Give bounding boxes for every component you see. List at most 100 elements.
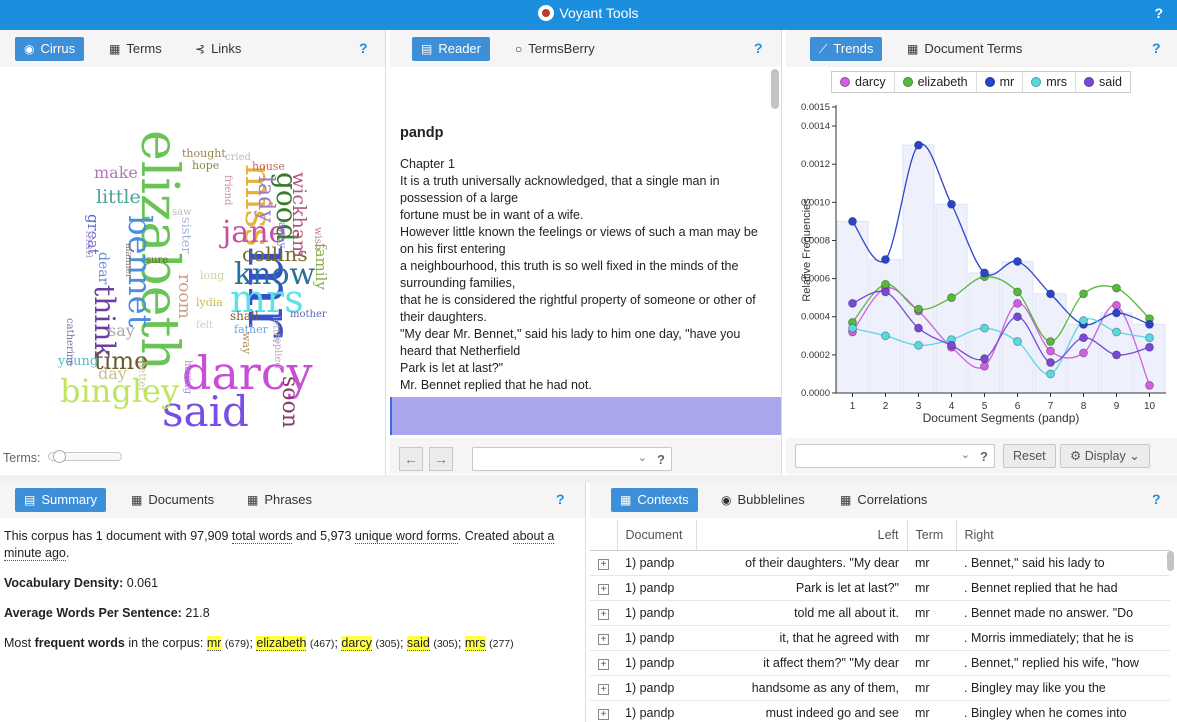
cloud-word[interactable]: cried (225, 153, 251, 163)
cloud-word[interactable]: felt (196, 321, 213, 331)
cell-right: . Bennet replied that he had (956, 575, 1170, 601)
cloud-word[interactable]: long (200, 270, 224, 281)
table-row[interactable]: +1) pandp must indeed go and see mr. Bingl… (590, 700, 1170, 722)
chevron-down-icon: ⌄ (1129, 449, 1140, 463)
table-row[interactable]: +1) pandp it affect them?" "My dear mr. Be… (590, 650, 1170, 676)
cloud-word[interactable]: manner (123, 243, 133, 278)
reader-line: However little known the feelings or vie… (400, 225, 758, 256)
cloud-word[interactable]: house (252, 161, 285, 172)
terms-slider-handle[interactable] (53, 450, 66, 463)
tab-document-terms[interactable]: ▦ Document Terms (898, 37, 1031, 61)
expand-plus-icon[interactable]: + (598, 658, 609, 670)
cloud-word[interactable]: wish (312, 227, 323, 250)
table-row[interactable]: +1) pandp Park is let at last?" mr. Bennet… (590, 575, 1170, 601)
cloud-word[interactable]: thought (182, 148, 226, 159)
tab-contexts[interactable]: ▦ Contexts (611, 488, 698, 512)
tab-terms[interactable]: ▦ Terms (100, 37, 171, 61)
reader-search-input[interactable]: ⌄? (472, 447, 672, 471)
expand-plus-icon[interactable]: + (598, 708, 609, 720)
tab-links[interactable]: ⊰ Links (186, 37, 250, 61)
frequent-word[interactable]: darcy (341, 636, 372, 651)
app-help-button[interactable]: ? (1154, 5, 1163, 21)
table-row[interactable]: +1) pandp of their daughters. "My dear mr.… (590, 550, 1170, 576)
reader-document-bar[interactable] (390, 397, 781, 435)
tab-summary[interactable]: ▤ Summary (15, 488, 106, 512)
contexts-scrollbar[interactable] (1167, 551, 1174, 571)
expand-plus-icon[interactable]: + (598, 633, 609, 645)
cloud-word[interactable]: shall (230, 310, 259, 322)
cloud-word[interactable]: away (276, 222, 287, 248)
trends-help-button[interactable]: ? (1152, 40, 1161, 56)
cirrus-help-button[interactable]: ? (359, 40, 368, 56)
expand-plus-icon[interactable]: + (598, 608, 609, 620)
cloud-word[interactable]: say (108, 323, 135, 339)
contexts-help-button[interactable]: ? (1152, 491, 1161, 507)
data-point-darcy (1013, 298, 1022, 308)
terms-slider-label: Terms: (3, 451, 41, 465)
summary-icon: ▤ (24, 493, 36, 507)
cloud-word[interactable]: man (82, 230, 97, 258)
cloud-word[interactable]: better (136, 361, 147, 392)
reader-content[interactable]: pandp Chapter 1 It is a truth universally… (390, 67, 781, 435)
cloud-word[interactable]: dear (95, 252, 111, 284)
cloud-word[interactable]: hope (192, 160, 219, 171)
cloud-word[interactable]: lydia (196, 297, 223, 308)
tab-bubblelines[interactable]: ◉ Bubblelines (712, 488, 814, 512)
frequent-word[interactable]: mrs (464, 636, 486, 651)
reader-text: Chapter 1 It is a truth universally ackno… (400, 156, 760, 394)
tab-correlations[interactable]: ▦ Correlations (831, 488, 936, 512)
table-row[interactable]: +1) pandp handsome as any of them, mr. Bin… (590, 675, 1170, 701)
cloud-word[interactable]: little (96, 188, 141, 207)
cell-term: mr (907, 700, 956, 722)
cloud-word[interactable]: sister (178, 217, 193, 254)
frequent-word[interactable]: elizabeth (256, 636, 307, 651)
tab-documents[interactable]: ▦ Documents (122, 488, 223, 512)
cloud-word[interactable]: replied (272, 333, 283, 369)
chevron-down-icon[interactable]: ⌄ (638, 451, 647, 464)
tab-trends[interactable]: ⟋ Trends (810, 37, 883, 61)
tab-reader[interactable]: ▤ Reader (412, 37, 490, 61)
cloud-word[interactable]: mother (290, 310, 327, 320)
column-document[interactable]: Document (617, 520, 697, 551)
expand-plus-icon[interactable]: + (598, 683, 609, 695)
total-words-link[interactable]: total words (231, 529, 293, 544)
cloud-word[interactable]: having (182, 360, 193, 394)
search-help-icon[interactable]: ? (657, 452, 665, 467)
table-row[interactable]: +1) pandp told me all about it. mr. Bennet… (590, 600, 1170, 626)
cloud-word[interactable]: room (174, 274, 194, 319)
column-term[interactable]: Term (907, 520, 957, 551)
reader-help-button[interactable]: ? (754, 40, 763, 56)
tab-phrases[interactable]: ▦ Phrases (238, 488, 321, 512)
expand-plus-icon[interactable]: + (598, 558, 609, 570)
search-help-icon[interactable]: ? (980, 449, 988, 464)
cloud-word[interactable]: soon (277, 376, 302, 428)
tab-cirrus[interactable]: ◉ Cirrus (15, 37, 85, 61)
column-right[interactable]: Right (956, 520, 1170, 551)
cloud-word[interactable]: wickham (288, 172, 310, 258)
column-left[interactable]: Left (696, 520, 908, 551)
previous-button[interactable]: ← (399, 447, 423, 471)
frequent-word[interactable]: said (406, 636, 430, 651)
frequent-word[interactable]: mr (206, 636, 222, 651)
cloud-word[interactable]: sure (146, 256, 168, 266)
reset-button[interactable]: Reset (1003, 444, 1056, 468)
terms-slider[interactable] (48, 450, 122, 463)
tab-termsberry[interactable]: ○ TermsBerry (506, 37, 604, 61)
cloud-word[interactable]: way (240, 332, 253, 354)
table-row[interactable]: +1) pandp it, that he agreed with mr. Morr… (590, 625, 1170, 651)
cloud-word[interactable]: friend (222, 175, 233, 205)
cloud-word[interactable]: day (98, 366, 127, 382)
reader-line: It is a truth universally acknowledged, … (400, 174, 720, 205)
next-button[interactable]: → (429, 447, 453, 471)
display-button[interactable]: ⚙ Display ⌄ (1060, 444, 1150, 468)
trends-search-input[interactable]: ⌄? (795, 444, 995, 468)
expand-plus-icon[interactable]: + (598, 583, 609, 595)
cloud-word[interactable]: make (94, 165, 138, 181)
cloud-word[interactable]: lady (253, 176, 278, 223)
summary-help-button[interactable]: ? (556, 491, 565, 507)
cloud-word[interactable]: catherine (64, 318, 75, 366)
reader-scrollbar[interactable] (771, 69, 779, 109)
chevron-down-icon[interactable]: ⌄ (961, 448, 970, 461)
cloud-word[interactable]: saw (172, 208, 192, 218)
unique-forms-link[interactable]: unique word forms (354, 529, 458, 544)
